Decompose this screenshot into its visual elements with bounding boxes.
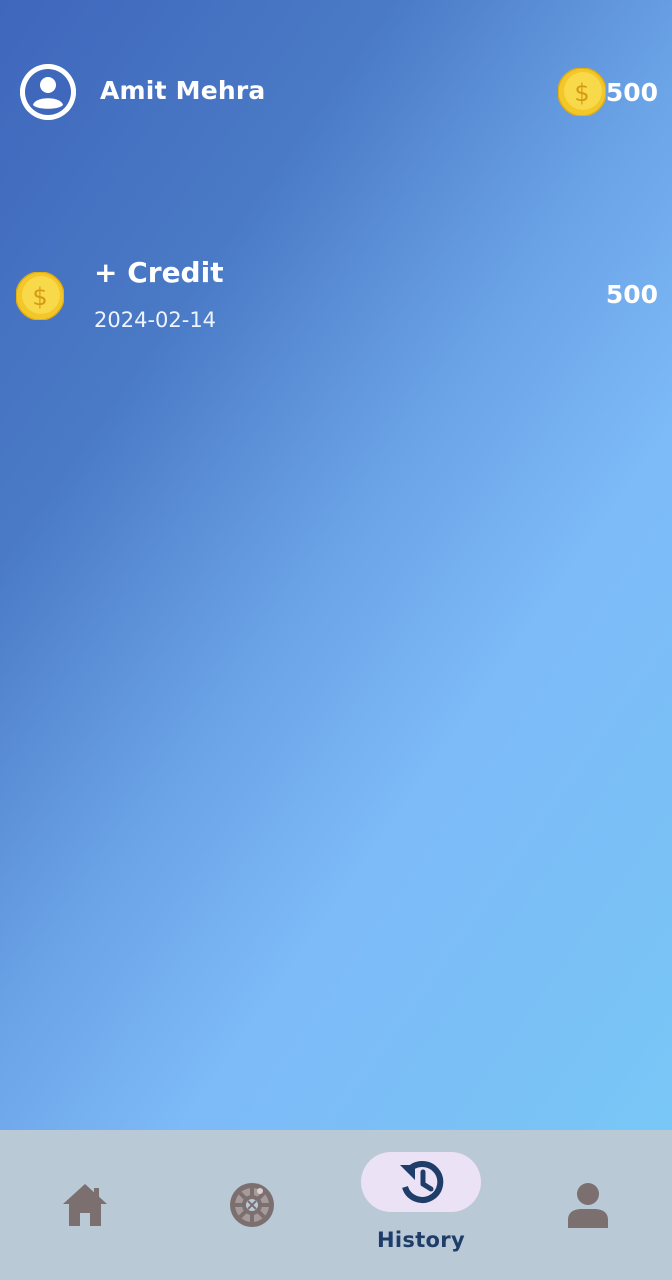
transaction-date: 2024-02-14	[94, 308, 217, 332]
history-screen: Amit Mehra $ 500 $ + Credit 2024-02-14 5…	[0, 0, 672, 1280]
balance-value: 500	[605, 78, 658, 107]
history-icon	[399, 1159, 445, 1209]
bottom-navigation: History	[0, 1130, 672, 1280]
transaction-amount: 500	[605, 280, 658, 309]
user-avatar-icon[interactable]	[20, 64, 76, 120]
nav-item-games[interactable]	[208, 1130, 298, 1280]
nav-item-home[interactable]	[40, 1130, 130, 1280]
transaction-type: + Credit	[94, 256, 224, 289]
nav-item-profile[interactable]	[545, 1130, 635, 1280]
balance-display: $ 500	[548, 66, 658, 118]
dollar-coin-icon: $	[557, 67, 607, 117]
svg-text:$: $	[32, 283, 47, 311]
nav-item-history[interactable]	[361, 1152, 481, 1212]
transaction-row[interactable]: $ + Credit 2024-02-14 500	[15, 252, 658, 342]
person-icon	[566, 1182, 610, 1232]
header: Amit Mehra $ 500	[20, 64, 658, 120]
nav-label-history[interactable]: History	[361, 1228, 481, 1252]
dollar-coin-icon: $	[15, 271, 65, 321]
home-icon	[61, 1182, 109, 1232]
user-name: Amit Mehra	[100, 76, 266, 105]
roulette-icon	[229, 1182, 275, 1232]
svg-text:$: $	[574, 79, 589, 107]
